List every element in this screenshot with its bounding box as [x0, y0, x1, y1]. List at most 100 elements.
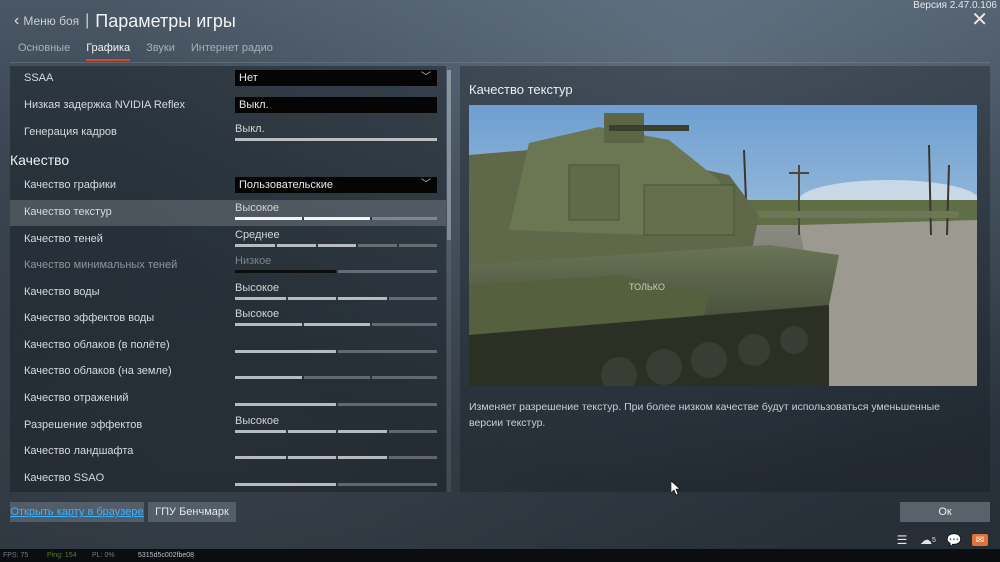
tab-internet-radio[interactable]: Интернет радио — [191, 42, 273, 61]
close-icon[interactable]: ✕ — [971, 10, 988, 30]
slider-track — [235, 217, 437, 220]
preview-image: ТОЛЬКО — [469, 105, 977, 386]
setting-row-reflex: Низкая задержка NVIDIA Reflex Выкл. — [10, 93, 446, 119]
slider-fill — [235, 403, 336, 406]
slider-value: Среднее — [235, 229, 280, 241]
mouse-cursor-icon — [671, 481, 681, 495]
slider-value: Высокое — [235, 202, 280, 214]
status-bar: FPS: 75 Ping: 154 PL: 0% 5315d5c002fbe08 — [0, 549, 1000, 562]
setting-label: SSAA — [24, 72, 54, 84]
slider-track — [235, 244, 437, 247]
ssaa-dropdown[interactable]: Нет ﹀ — [235, 70, 437, 86]
setting-label: Качество графики — [24, 179, 116, 191]
framegen-slider[interactable]: Выкл. — [235, 123, 437, 143]
slider-tick — [336, 403, 338, 406]
setting-row-min-shadow-quality: Качество минимальных теней Низкое — [10, 253, 446, 279]
slider-track — [235, 138, 437, 141]
setting-row-texture-quality[interactable]: Качество текстур Высокое — [10, 200, 446, 226]
slider-tick — [386, 430, 389, 433]
setting-row-water-fx-quality: Качество эффектов воды Высокое — [10, 306, 446, 332]
setting-row-clouds-flight: Качество облаков (в полёте) — [10, 333, 446, 359]
slider-fill — [235, 430, 387, 433]
landscape-slider[interactable] — [235, 441, 437, 463]
clouds-ground-slider[interactable] — [235, 361, 437, 383]
water-fx-quality-slider[interactable]: Высокое — [235, 308, 437, 330]
slider-track — [235, 456, 437, 459]
reflections-slider[interactable] — [235, 388, 437, 410]
slider-fill — [235, 297, 387, 300]
slider-tick — [315, 244, 318, 247]
setting-label: Качество теней — [24, 233, 103, 245]
detail-title: Качество текстур — [469, 82, 573, 97]
open-map-button[interactable]: Открыть карту в браузере — [10, 502, 144, 522]
slider-tick — [275, 244, 278, 247]
setting-label: Качество текстур — [24, 206, 112, 218]
setting-row-graphics-quality: Качество графики Пользовательские ﹀ — [10, 173, 446, 199]
section-quality-title: Качество — [10, 152, 70, 168]
detail-description: Изменяет разрешение текстур. При более н… — [469, 401, 941, 429]
clouds-flight-slider[interactable] — [235, 335, 437, 357]
chevron-left-icon: ‹ — [14, 12, 20, 29]
slider-fill — [235, 483, 336, 486]
slider-tick — [336, 270, 338, 273]
gpu-benchmark-button[interactable]: ГПУ Бенчмарк — [148, 502, 236, 522]
min-shadow-quality-slider: Низкое — [235, 255, 437, 277]
header: ‹ Меню боя | Параметры игры — [14, 8, 236, 34]
ok-button[interactable]: Ок — [900, 502, 990, 522]
session-id: 5315d5c002fbe08 — [138, 552, 195, 559]
setting-row-clouds-ground: Качество облаков (на земле) — [10, 359, 446, 385]
slider-value: Высокое — [235, 415, 280, 427]
setting-label: Качество облаков (в полёте) — [24, 339, 170, 351]
ssao-slider[interactable] — [235, 468, 437, 490]
mail-icon[interactable]: ✉ — [972, 534, 988, 546]
slider-track — [235, 297, 437, 300]
fx-resolution-slider[interactable]: Высокое — [235, 415, 437, 437]
slider-tick — [336, 297, 338, 300]
setting-row-landscape: Качество ландшафта — [10, 439, 446, 465]
squad-count: 5 — [932, 536, 936, 544]
ping-readout: Ping: 154 — [47, 552, 77, 559]
setting-label: Разрешение эффектов — [24, 419, 143, 431]
setting-row-reflections: Качество отражений — [10, 386, 446, 412]
setting-label: Качество ландшафта — [24, 445, 134, 457]
tab-bar: Основные Графика Звуки Интернет радио — [18, 42, 289, 61]
graphics-quality-dropdown[interactable]: Пользовательские ﹀ — [235, 177, 437, 193]
tab-general[interactable]: Основные — [18, 42, 70, 61]
texture-quality-slider[interactable]: Высокое — [235, 202, 437, 224]
slider-value: Низкое — [235, 255, 272, 267]
shadow-quality-slider[interactable]: Среднее — [235, 229, 437, 251]
tab-sounds[interactable]: Звуки — [146, 42, 175, 61]
setting-label: Низкая задержка NVIDIA Reflex — [24, 99, 186, 111]
slider-tick — [285, 297, 288, 300]
slider-tick — [302, 217, 305, 220]
list-icon[interactable]: ☰ — [894, 532, 910, 548]
chat-icon[interactable]: 💬 — [946, 532, 962, 548]
slider-track — [235, 270, 437, 273]
tank-preview-illustration: ТОЛЬКО — [469, 105, 977, 386]
slider-track — [235, 430, 437, 433]
slider-value: Высокое — [235, 308, 280, 320]
slider-value: Высокое — [235, 282, 280, 294]
slider-value: Выкл. — [235, 123, 265, 135]
slider-track — [235, 483, 437, 486]
slider-tick — [369, 323, 372, 326]
chevron-down-icon: ﹀ — [421, 72, 431, 83]
tab-divider — [10, 62, 990, 63]
dropdown-value: Пользовательские — [239, 179, 333, 191]
setting-label: Качество минимальных теней — [24, 259, 178, 271]
slider-track — [235, 350, 437, 353]
tab-graphics[interactable]: Графика — [86, 42, 131, 61]
back-button[interactable]: ‹ Меню боя — [14, 12, 79, 30]
scrollbar-thumb[interactable] — [447, 70, 451, 240]
setting-label: Качество SSAO — [24, 472, 105, 484]
setting-row-shadow-quality: Качество теней Среднее — [10, 227, 446, 253]
bottom-icons: ☰ ☁ 5 💬 ✉ — [884, 532, 988, 548]
hull-marking: ТОЛЬКО — [629, 282, 665, 292]
reflex-dropdown[interactable]: Выкл. — [235, 97, 437, 113]
squad-icon[interactable]: ☁ 5 — [920, 532, 936, 548]
slider-tick — [386, 456, 389, 459]
setting-row-ssaa: SSAA Нет ﹀ — [10, 66, 446, 92]
fps-readout: FPS: 75 — [3, 552, 29, 559]
setting-label: Качество эффектов воды — [24, 312, 155, 324]
water-quality-slider[interactable]: Высокое — [235, 282, 437, 304]
